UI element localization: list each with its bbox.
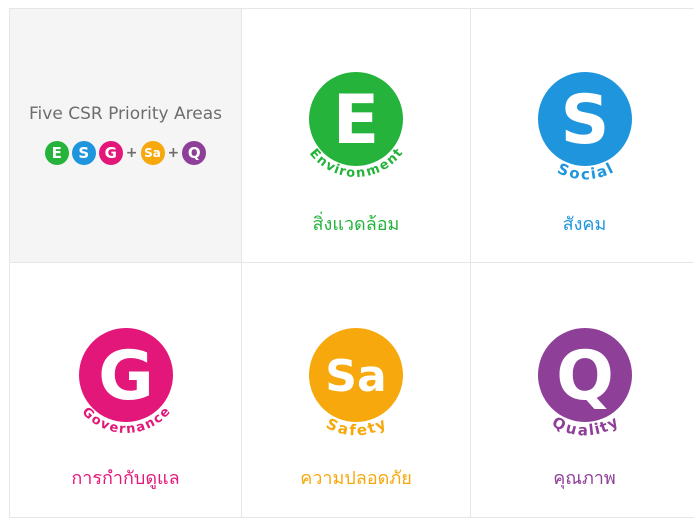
intro-badge-row: E S G + Sa + Q bbox=[10, 140, 241, 166]
environment-thai-label: สิ่งแวดล้อม bbox=[312, 214, 400, 235]
safety-thai-label: ความปลอดภัย bbox=[300, 468, 412, 489]
intro-cell: Five CSR Priority Areas E S G + Sa + Q bbox=[9, 8, 242, 263]
g-mini-badge: G bbox=[98, 141, 123, 165]
plus-sign: + bbox=[125, 145, 138, 161]
plus-sign: + bbox=[167, 145, 180, 161]
governance-card[interactable]: G Governance การกำกับดูแล bbox=[9, 262, 242, 518]
environment-card[interactable]: E Environment สิ่งแวดล้อม bbox=[241, 8, 471, 263]
safety-card[interactable]: Sa Safety ความปลอดภัย bbox=[241, 262, 471, 518]
environment-logo-icon: EEnvironment bbox=[306, 72, 406, 181]
environment-logo-letter: E bbox=[333, 81, 379, 160]
governance-thai-label: การกำกับดูแล bbox=[71, 468, 180, 489]
social-logo-icon: SSocial bbox=[537, 72, 632, 181]
s-mini-badge: S bbox=[71, 141, 96, 165]
quality-logo-letter: Q bbox=[556, 337, 614, 416]
governance-logo-letter: G bbox=[98, 337, 154, 416]
quality-thai-label: คุณภาพ bbox=[553, 468, 616, 489]
sa-mini-badge: Sa bbox=[140, 141, 165, 165]
intro-title: Five CSR Priority Areas bbox=[29, 104, 222, 124]
q-mini-badge: Q bbox=[182, 141, 207, 165]
social-thai-label: สังคม bbox=[562, 214, 607, 235]
csr-grid: Five CSR Priority Areas E S G + Sa + Q E… bbox=[9, 8, 694, 518]
quality-logo-icon: QQuality bbox=[537, 328, 632, 437]
governance-logo-icon: GGovernance bbox=[78, 328, 173, 437]
quality-card[interactable]: Q Quality คุณภาพ bbox=[470, 262, 694, 518]
safety-logo-letter: Sa bbox=[325, 351, 386, 402]
e-mini-badge: E bbox=[44, 141, 69, 165]
social-logo-letter: S bbox=[560, 81, 609, 160]
social-card[interactable]: S Social สังคม bbox=[470, 8, 694, 263]
safety-logo-icon: SaSafety bbox=[309, 328, 403, 437]
